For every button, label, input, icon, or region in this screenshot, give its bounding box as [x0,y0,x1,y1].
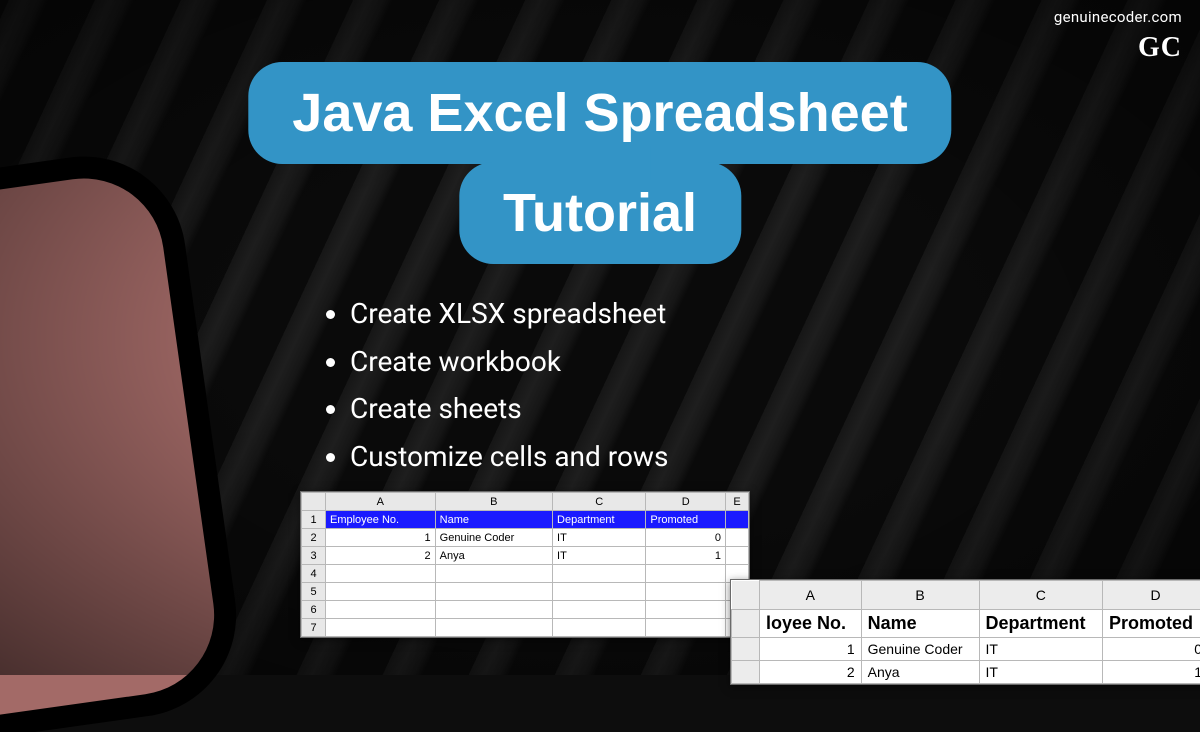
col-header: C [979,581,1102,610]
col-header: D [646,493,726,511]
row-header: 2 [302,529,326,547]
data-cell: Genuine Coder [435,529,552,547]
row-header: 4 [302,565,326,583]
brand-url: genuinecoder.com [1054,8,1182,26]
bullet-item: Customize cells and rows [350,433,668,481]
title-pill-connector [550,146,650,180]
col-header: D [1103,581,1200,610]
row-header: 7 [302,619,326,637]
col-header: B [435,493,552,511]
col-header: A [760,581,862,610]
data-cell [726,529,749,547]
row-header: 6 [302,601,326,619]
data-cell: 1 [646,547,726,565]
data-cell: IT [979,638,1102,661]
header-cell: Employee No. [326,511,436,529]
data-cell: 0 [646,529,726,547]
header-cell [726,511,749,529]
col-header: C [553,493,646,511]
data-cell: IT [979,661,1102,684]
data-cell: 2 [326,547,436,565]
col-header: B [861,581,979,610]
header-cell: Department [979,610,1102,638]
row-header [732,610,760,638]
bullet-item: Create sheets [350,385,668,433]
brand-logo: GC [1138,32,1182,64]
row-header: 1 [302,511,326,529]
data-cell: 1 [1103,661,1200,684]
data-cell [726,547,749,565]
corner-cell [302,493,326,511]
row-header: 3 [302,547,326,565]
header-cell: Department [553,511,646,529]
title-block: Java Excel Spreadsheet Tutorial [248,62,951,264]
header-cell: Name [861,610,979,638]
header-cell: loyee No. [760,610,862,638]
header-cell: Promoted [1103,610,1200,638]
data-cell: IT [553,529,646,547]
data-cell: Anya [861,661,979,684]
data-cell: 0 [1103,638,1200,661]
spreadsheet-preview-large: A B C D loyee No. Name Department Promot… [730,579,1200,685]
header-cell: Promoted [646,511,726,529]
data-cell: Anya [435,547,552,565]
bullet-item: Create XLSX spreadsheet [350,290,668,338]
row-header [732,661,760,684]
feature-bullets: Create XLSX spreadsheet Create workbook … [320,290,668,480]
bullet-item: Create workbook [350,338,668,386]
data-cell: 1 [326,529,436,547]
header-cell: Name [435,511,552,529]
row-header: 5 [302,583,326,601]
data-cell: Genuine Coder [861,638,979,661]
data-cell: 2 [760,661,862,684]
row-header [732,638,760,661]
corner-cell [732,581,760,610]
data-cell: 1 [760,638,862,661]
spreadsheet-preview-small: A B C D E 1 Employee No. Name Department… [300,491,750,638]
col-header: A [326,493,436,511]
col-header: E [726,493,749,511]
data-cell: IT [553,547,646,565]
